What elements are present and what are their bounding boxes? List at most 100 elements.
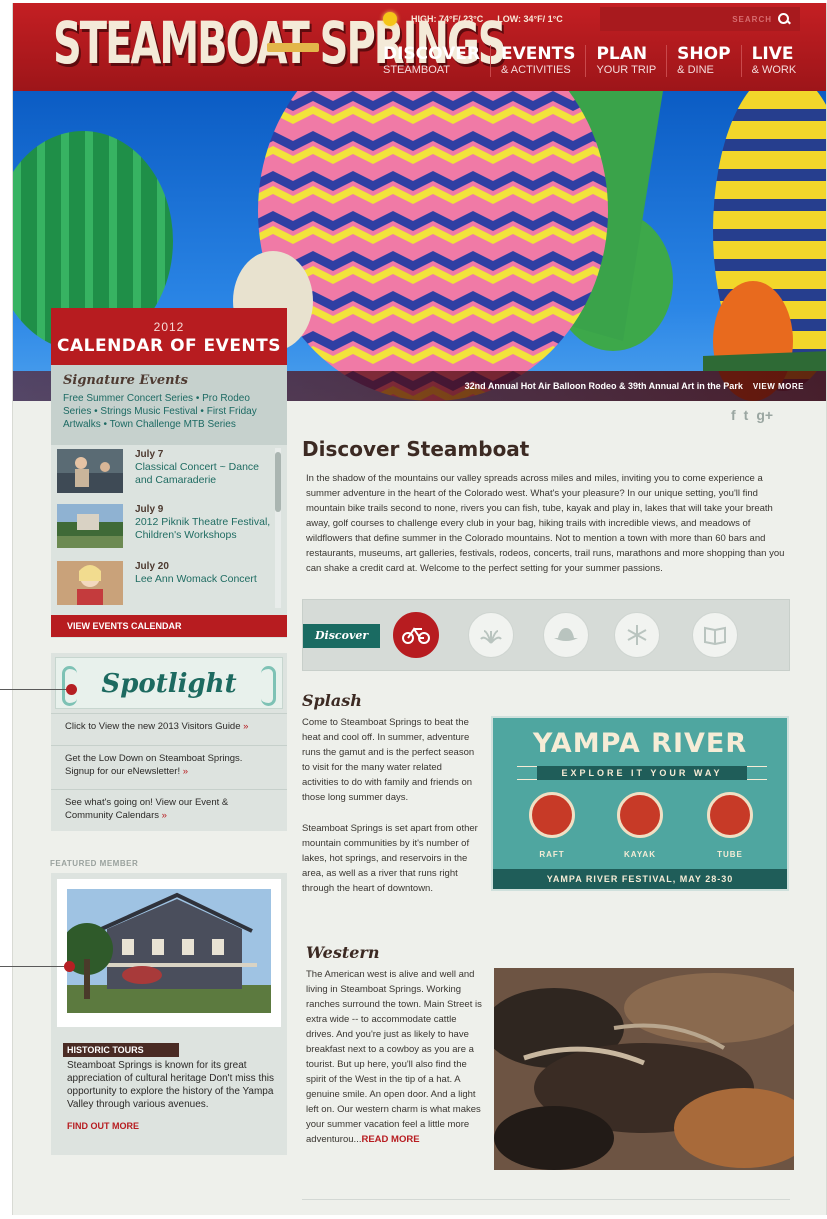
event-date: July 9 xyxy=(135,504,164,515)
nav-sub-label: & DINE xyxy=(677,64,714,76)
event-thumbnail xyxy=(57,561,123,605)
event-title[interactable]: Classical Concert ~ Dance and Camaraderi… xyxy=(135,461,275,487)
featured-member-label: FEATURED MEMBER xyxy=(50,859,139,868)
scrollbar-thumb[interactable] xyxy=(275,452,281,512)
nav-item-discover[interactable]: DISCOVER STEAMBOAT xyxy=(373,45,490,77)
bike-icon[interactable] xyxy=(393,612,439,658)
nav-main-label: SHOP xyxy=(677,44,731,64)
footer-divider xyxy=(302,1199,790,1200)
discover-tag: Discover xyxy=(303,624,381,648)
kayak-icon xyxy=(617,792,663,838)
western-title: Western xyxy=(306,943,380,962)
view-more-link[interactable]: VIEW MORE xyxy=(753,382,804,391)
nav-item-live[interactable]: LIVE & WORK xyxy=(740,44,807,77)
facebook-icon[interactable]: f xyxy=(731,407,736,423)
nav-sub-label: STEAMBOAT xyxy=(383,64,451,76)
yampa-title: YAMPA RIVER xyxy=(532,728,748,759)
featured-member-panel: HISTORIC TOURS Steamboat Springs is know… xyxy=(51,873,287,1155)
signature-events-list[interactable]: Free Summer Concert Series • Pro Rodeo S… xyxy=(63,392,275,431)
featured-description: Steamboat Springs is known for its great… xyxy=(67,1060,275,1110)
event-title[interactable]: 2012 Piknik Theatre Festival, Children's… xyxy=(135,516,275,542)
spotlight-item[interactable]: See what's going on! View our Event & Co… xyxy=(51,789,287,828)
book-icon[interactable] xyxy=(692,612,738,658)
search-icon[interactable] xyxy=(778,13,790,25)
calendar-year: 2012 xyxy=(153,320,185,334)
twitter-icon[interactable]: t xyxy=(744,407,749,423)
intro-text: In the shadow of the mountains our valle… xyxy=(306,473,785,574)
featured-photo-frame[interactable] xyxy=(57,879,281,1027)
spotlight-item[interactable]: Click to View the new 2013 Visitors Guid… xyxy=(51,713,287,739)
historic-building-image xyxy=(67,889,271,1013)
horses-saddles-photo xyxy=(494,968,794,1170)
yampa-subtitle: EXPLORE IT YOUR WAY xyxy=(537,766,747,780)
spotlight-item[interactable]: Get the Low Down on Steamboat Springs. S… xyxy=(51,745,287,784)
callout-dot xyxy=(66,684,77,695)
kayak-label: KAYAK xyxy=(624,850,656,859)
event-item[interactable]: July 7 Classical Concert ~ Dance and Cam… xyxy=(51,449,275,495)
nav-item-events[interactable]: EVENTS & ACTIVITIES xyxy=(490,45,585,77)
fountain-icon[interactable] xyxy=(468,612,514,658)
spotlight-title: Spotlight xyxy=(55,657,283,709)
event-item[interactable]: July 9 2012 Piknik Theatre Festival, Chi… xyxy=(51,504,275,550)
weather-high: HIGH: 74°F/ 23°C xyxy=(411,14,484,24)
nav-sub-label: & WORK xyxy=(751,64,797,76)
weather-widget: HIGH: 74°F/ 23°C LOW: 34°F/ 1°C xyxy=(383,11,563,27)
nav-main-label: EVENTS xyxy=(501,44,576,64)
snowflake-icon[interactable] xyxy=(614,612,660,658)
historic-tours-tag: HISTORIC TOURS xyxy=(63,1043,179,1057)
event-date: July 7 xyxy=(135,449,164,460)
featured-photo xyxy=(67,889,271,1013)
page: STEAMBOAT SPRINGS HIGH: 74°F/ 23°C LOW: … xyxy=(12,3,827,1215)
calendar-title: CALENDAR OF EVENTS xyxy=(56,336,281,356)
callout-line xyxy=(0,689,70,690)
events-scrollbar[interactable] xyxy=(275,448,281,608)
hero-caption-text: 32nd Annual Hot Air Balloon Rodeo & 39th… xyxy=(464,381,743,391)
yampa-festival-footer: YAMPA RIVER FESTIVAL, MAY 28-30 xyxy=(493,869,787,889)
google-plus-icon[interactable]: g+ xyxy=(756,407,773,423)
event-item[interactable]: July 20 Lee Ann Womack Concert xyxy=(51,561,275,607)
arrow-right-icon: » xyxy=(243,721,249,732)
splash-title: Splash xyxy=(302,691,362,710)
nav-main-label: DISCOVER xyxy=(383,44,481,64)
tube-label: TUBE xyxy=(717,850,743,859)
raft-label: RAFT xyxy=(539,850,565,859)
nav-item-plan[interactable]: PLAN YOUR TRIP xyxy=(585,45,666,77)
page-title: Discover Steamboat xyxy=(302,437,530,461)
tube-icon xyxy=(707,792,753,838)
find-out-more-link[interactable]: FIND OUT MORE xyxy=(67,1121,139,1131)
spotlight-item-text: Get the Low Down on Steamboat Springs. S… xyxy=(65,753,243,777)
logo-badge xyxy=(267,43,319,52)
nav-main-label: LIVE xyxy=(751,44,794,64)
social-links: f t g+ xyxy=(731,407,773,423)
nav-sub-label: & ACTIVITIES xyxy=(501,64,571,76)
calendar-panel: 2012 CALENDAR OF EVENTS Signature Events… xyxy=(51,308,287,638)
spotlight-panel: Spotlight Click to View the new 2013 Vis… xyxy=(51,653,287,831)
nav-sub-label: YOUR TRIP xyxy=(596,64,657,76)
sun-icon xyxy=(383,12,397,26)
spotlight-item-text: Click to View the new 2013 Visitors Guid… xyxy=(65,721,241,732)
main-nav: DISCOVER STEAMBOAT EVENTS & ACTIVITIES P… xyxy=(373,45,806,77)
discover-category-bar: Discover xyxy=(302,599,790,671)
western-text-block: The American west is alive and well and … xyxy=(306,967,484,1147)
search-placeholder: SEARCH xyxy=(732,14,772,24)
weather-low: LOW: 34°F/ 1°C xyxy=(497,14,563,24)
splash-paragraph-1: Come to Steamboat Springs to beat the he… xyxy=(302,717,475,803)
western-paragraph: The American west is alive and well and … xyxy=(306,969,482,1145)
signature-events-title: Signature Events xyxy=(63,373,188,388)
yampa-river-banner[interactable]: YAMPA RIVER EXPLORE IT YOUR WAY RAFT KAY… xyxy=(491,716,789,891)
nav-item-shop[interactable]: SHOP & DINE xyxy=(666,45,740,77)
event-date: July 20 xyxy=(135,561,169,572)
raft-icon xyxy=(529,792,575,838)
callout-dot xyxy=(64,961,75,972)
signature-events: Signature Events Free Summer Concert Ser… xyxy=(51,365,287,445)
read-more-link[interactable]: READ MORE xyxy=(361,1134,419,1145)
search-input[interactable]: SEARCH xyxy=(600,7,800,31)
hat-icon[interactable] xyxy=(543,612,589,658)
saddles-image xyxy=(494,968,794,1170)
calendar-header: 2012 CALENDAR OF EVENTS xyxy=(51,308,287,365)
callout-line xyxy=(0,966,70,967)
event-thumbnail xyxy=(57,504,123,548)
view-events-calendar-button[interactable]: VIEW EVENTS CALENDAR xyxy=(51,615,287,637)
event-title[interactable]: Lee Ann Womack Concert xyxy=(135,573,275,586)
arrow-right-icon: » xyxy=(182,766,189,777)
